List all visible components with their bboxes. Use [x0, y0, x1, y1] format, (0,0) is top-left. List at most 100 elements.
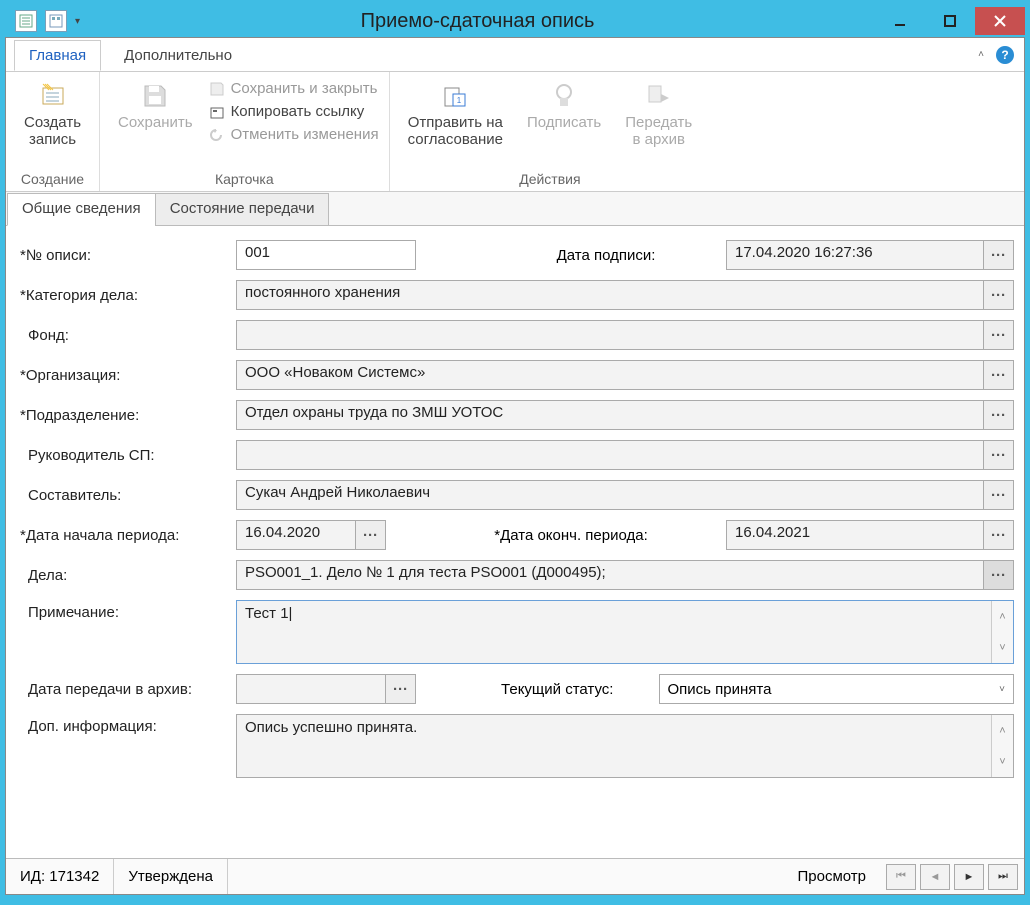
copy-link-label: Копировать ссылку: [231, 103, 365, 120]
sign-label: Подписать: [527, 114, 601, 131]
input-number[interactable]: 001: [236, 240, 416, 270]
input-cases[interactable]: PSO001_1. Дело № 1 для теста PSO001 (Д00…: [236, 560, 984, 590]
label-fund: Фонд:: [16, 327, 236, 344]
input-fund[interactable]: [236, 320, 984, 350]
input-archive-date[interactable]: [236, 674, 386, 704]
group-label-card: Карточка: [110, 169, 379, 189]
nav-first-button[interactable]: ⏮: [886, 864, 916, 890]
label-number: *№ описи:: [16, 247, 236, 264]
input-author[interactable]: Сукач Андрей Николаевич: [236, 480, 984, 510]
new-record-icon: [37, 80, 69, 112]
btn-pick-fund[interactable]: ···: [984, 320, 1014, 350]
tab-general[interactable]: Общие сведения: [7, 193, 156, 226]
close-button[interactable]: [975, 7, 1025, 35]
input-period-end[interactable]: 16.04.2021: [726, 520, 984, 550]
btn-pick-dept[interactable]: ···: [984, 400, 1014, 430]
input-head[interactable]: [236, 440, 984, 470]
ribbon-group-actions: 1 Отправить на согласование Подписать Пе…: [390, 72, 711, 191]
btn-pick-period-start[interactable]: ···: [356, 520, 386, 550]
page-tabstrip: Общие сведения Состояние передачи: [6, 192, 1024, 226]
btn-pick-cases[interactable]: ···: [984, 560, 1014, 590]
textarea-note[interactable]: Тест 1|: [237, 601, 991, 663]
send-approval-icon: 1: [439, 80, 471, 112]
input-dept[interactable]: Отдел охраны труда по ЗМШ УОТОС: [236, 400, 984, 430]
label-period-start: *Дата начала периода:: [16, 527, 236, 544]
minimize-button[interactable]: [875, 7, 925, 35]
current-status-value: Опись принята: [668, 681, 772, 698]
qat-button-2[interactable]: [45, 10, 67, 32]
input-org[interactable]: ООО «Новаком Системс»: [236, 360, 984, 390]
save-icon: [139, 80, 171, 112]
status-state: Утверждена: [114, 859, 228, 894]
textarea-note-wrap: Тест 1| ˄ ˅: [236, 600, 1014, 664]
label-current-status: Текущий статус:: [416, 681, 659, 698]
label-archive-date: Дата передачи в архив:: [16, 681, 236, 698]
ribbon-tab-main[interactable]: Главная: [14, 40, 101, 71]
input-category[interactable]: постоянного хранения: [236, 280, 984, 310]
save-close-icon: [209, 81, 225, 97]
ribbon-group-card: Сохранить Сохранить и закрыть Копировать…: [100, 72, 390, 191]
btn-pick-category[interactable]: ···: [984, 280, 1014, 310]
quick-access-toolbar: ▾: [5, 10, 80, 32]
btn-pick-period-end[interactable]: ···: [984, 520, 1014, 550]
label-category: *Категория дела:: [16, 287, 236, 304]
create-record-button[interactable]: Создать запись: [16, 76, 89, 153]
nav-prev-button[interactable]: ◄: [920, 864, 950, 890]
btn-pick-head[interactable]: ···: [984, 440, 1014, 470]
send-for-approval-button[interactable]: 1 Отправить на согласование: [400, 76, 511, 153]
extra-scrollbar[interactable]: ˄ ˅: [991, 715, 1013, 777]
btn-pick-archive-date[interactable]: ···: [386, 674, 416, 704]
qat-button-1[interactable]: [15, 10, 37, 32]
tab-transfer-state[interactable]: Состояние передачи: [155, 193, 330, 226]
window-title: Приемо-сдаточная опись: [80, 10, 875, 33]
sign-icon: [548, 80, 580, 112]
create-record-label: Создать запись: [24, 114, 81, 149]
record-navigator: ⏮ ◄ ► ⏭: [880, 864, 1024, 890]
save-label: Сохранить: [118, 114, 193, 131]
label-org: *Организация:: [16, 367, 236, 384]
sign-button[interactable]: Подписать: [519, 76, 609, 135]
nav-next-button[interactable]: ►: [954, 864, 984, 890]
btn-pick-sign-date[interactable]: ···: [984, 240, 1014, 270]
note-scrollbar[interactable]: ˄ ˅: [991, 601, 1013, 663]
select-current-status[interactable]: Опись принята ˅: [659, 674, 1015, 704]
ribbon-tabstrip: Главная Дополнительно ˄ ?: [6, 38, 1024, 72]
window-frame: ▾ Приемо-сдаточная опись Главная Дополни…: [0, 0, 1030, 905]
save-button[interactable]: Сохранить: [110, 76, 201, 135]
status-bar: ИД: 171342 Утверждена Просмотр ⏮ ◄ ► ⏭: [6, 858, 1024, 894]
nav-last-button[interactable]: ⏭: [988, 864, 1018, 890]
transfer-icon: [643, 80, 675, 112]
input-period-start[interactable]: 16.04.2020: [236, 520, 356, 550]
ribbon-tab-additional[interactable]: Дополнительно: [109, 40, 247, 71]
label-cases: Дела:: [16, 567, 236, 584]
label-head: Руководитель СП:: [16, 447, 236, 464]
status-mode: Просмотр: [783, 859, 880, 894]
scroll-up-icon[interactable]: ˄: [992, 601, 1013, 632]
scroll-up-icon[interactable]: ˄: [992, 715, 1013, 746]
send-approval-label: Отправить на согласование: [408, 114, 503, 149]
undo-changes-button[interactable]: Отменить изменения: [209, 126, 379, 143]
window-controls: [875, 7, 1025, 35]
chevron-down-icon: ˅: [999, 684, 1005, 695]
input-sign-date[interactable]: 17.04.2020 16:27:36: [726, 240, 984, 270]
transfer-label: Передать в архив: [625, 114, 692, 149]
ribbon-group-create: Создать запись Создание: [6, 72, 100, 191]
group-label-create: Создание: [16, 169, 89, 189]
label-period-end: *Дата оконч. периода:: [416, 527, 726, 544]
label-author: Составитель:: [16, 487, 236, 504]
scroll-down-icon[interactable]: ˅: [992, 632, 1013, 663]
copy-link-button[interactable]: Копировать ссылку: [209, 103, 379, 120]
help-icon[interactable]: ?: [996, 46, 1014, 64]
textarea-extra-wrap: Опись успешно принята. ˄ ˅: [236, 714, 1014, 778]
collapse-ribbon-icon[interactable]: ˄: [978, 49, 984, 60]
maximize-button[interactable]: [925, 7, 975, 35]
btn-pick-author[interactable]: ···: [984, 480, 1014, 510]
form-area: *№ описи: 001 Дата подписи: 17.04.2020 1…: [6, 226, 1024, 858]
save-and-close-button[interactable]: Сохранить и закрыть: [209, 80, 379, 97]
scroll-down-icon[interactable]: ˅: [992, 746, 1013, 777]
transfer-to-archive-button[interactable]: Передать в архив: [617, 76, 700, 153]
textarea-extra[interactable]: Опись успешно принята.: [237, 715, 991, 777]
label-note: Примечание:: [16, 600, 236, 621]
btn-pick-org[interactable]: ···: [984, 360, 1014, 390]
copy-link-icon: [209, 104, 225, 120]
